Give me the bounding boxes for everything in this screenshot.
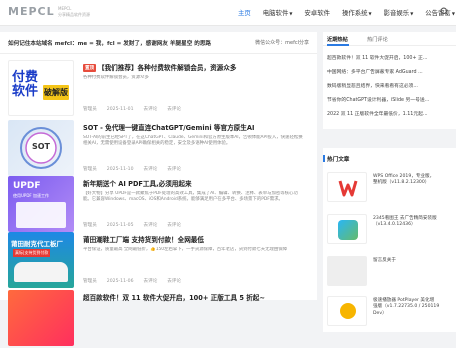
sticky-badge: 置顶 (83, 64, 96, 72)
comments-link[interactable]: 去评论 (144, 223, 158, 228)
recent-posts-widget: 近期热帖 热门评论 超百款软件！双 11 软件大促开启，100+ 正... 中国… (323, 32, 456, 129)
views: 去评论 (167, 167, 182, 172)
comments-link[interactable]: 去评论 (144, 107, 158, 112)
thumb-subtext: 真标|支持货到付款 (13, 249, 51, 257)
hot-article-title: 2345看图王 去广告精简安装版 （v13.4.0.12436） (373, 216, 437, 228)
post-thumbnail[interactable]: UPDF 使用UPDF 加速工作 (8, 176, 74, 232)
post-thumbnail[interactable]: SOT (8, 120, 74, 176)
widget-tabs: 近期热帖 热门评论 (323, 32, 456, 46)
site-header: MEPCL MEPCL 分享精品软件资源 主页 电脑软件▼ 安卓软件 操作系统▼… (0, 0, 456, 26)
chevron-down-icon: ▼ (289, 11, 293, 16)
potplayer-icon[interactable] (327, 296, 367, 326)
author[interactable]: 管理员 (83, 167, 97, 172)
nav-label: 电脑软件 (262, 9, 289, 17)
list-item[interactable]: 2022 双 11 正版软件全年最低价，1.11元起... (327, 110, 453, 117)
post-title[interactable]: 置顶 【我们推荐】各种付费软件解锁会员，资源众多 (83, 62, 236, 72)
post-item[interactable]: 莆田耐克代工板厂 真标|支持货到付款 莆田潮鞋工厂端 支持货到付款！全网最低 平… (8, 232, 310, 290)
post-title[interactable]: 新年期送个 AI PDF工具,必须用起来 (83, 178, 192, 188)
chevron-down-icon: ▼ (410, 11, 414, 16)
logo-sub-line: 分享精品软件资源 (58, 12, 90, 17)
post-date: 2025-11-06 (106, 279, 134, 284)
hot-articles-widget: 热门文章 WPS Office 2019，专业版， 整机版（v11.8.2.12… (323, 148, 456, 332)
post-thumbnail[interactable]: 莆田耐克代工板厂 真标|支持货到付款 (8, 232, 74, 288)
thumb-text: SOT (31, 142, 51, 151)
thumb-text: 莆田耐克代工板厂 (11, 240, 63, 248)
post-excerpt: SOT-AI的前生已经SPT了，在这ChatGPT、Claude、Gemini和… (83, 135, 303, 147)
author[interactable]: 管理员 (83, 107, 97, 112)
nav-item-android[interactable]: 安卓软件 (304, 8, 330, 17)
list-item[interactable]: 超百款软件！双 11 软件大促开启，100+ 正... (327, 54, 453, 61)
site-logo[interactable]: MEPCL (8, 5, 55, 18)
post-title[interactable]: 莆田潮鞋工厂端 支持货到付款！全网最低 (83, 234, 204, 244)
nav-label: 安卓软件 (304, 9, 330, 17)
thumb-text: 付费 软件 (12, 70, 39, 99)
main-nav: 主页 电脑软件▼ 安卓软件 操作系统▼ 影音娱乐▼ 公告留言▼ (238, 8, 456, 17)
post-thumbnail[interactable] (8, 290, 74, 346)
hot-article-item[interactable]: WPS Office 2019，专业版， 整机版（v11.8.2.12300） (327, 172, 453, 206)
post-item[interactable]: 超百款软件！双 11 软件大促开启，100+ 正版工具 5 折起~ (8, 290, 310, 348)
post-item[interactable]: UPDF 使用UPDF 加速工作 新年期送个 AI PDF工具,必须用起来 【好… (8, 176, 310, 234)
nav-item-os[interactable]: 操作系统▼ (342, 8, 372, 17)
search-icon[interactable] (440, 7, 449, 16)
post-excerpt: 【好大物】分享 UPDF是一款聚焦于PDF处理的高效工具，集成了AI、编辑、转换… (83, 191, 298, 203)
post-item[interactable]: 付费 软件 破解版 置顶 【我们推荐】各种付费软件解锁会员，资源众多 各种付费软件解… (8, 60, 310, 118)
post-list: 如何记住本站域名 mefcl：me = 我，fcl = 发财了，感谢网友 羊腿星… (0, 32, 317, 346)
comments-link[interactable]: 去评论 (144, 167, 158, 172)
chevron-down-icon: ▼ (451, 11, 455, 16)
list-item[interactable]: 中国网络：多平台广告屏蔽专家 AdGuard ... (327, 68, 453, 75)
notice-bar: 如何记住本站域名 mefcl：me = 我，fcl = 发财了，感谢网友 羊腿星… (0, 32, 317, 54)
nav-label: 操作系统 (341, 9, 368, 17)
thumb-text: UPDF (13, 181, 41, 191)
post-date: 2025-11-01 (106, 107, 134, 112)
notice-text: 如何记住本站域名 mefcl：me = 我，fcl = 发财了，感谢网友 羊腿星… (8, 41, 212, 47)
post-date: 2025-11-10 (106, 167, 134, 172)
post-title[interactable]: SOT - 免代理一键直连ChatGPT/Gemini 等官方原生AI (83, 122, 254, 132)
wechat-label: 微信公众号：mefcl分享 (255, 40, 309, 46)
nav-item-media[interactable]: 影音娱乐▼ (384, 8, 414, 17)
placeholder-image[interactable] (327, 256, 367, 286)
list-item[interactable]: 节省你的ChatGPT设计利器，iSlide 另一号送... (327, 96, 453, 103)
post-thumbnail[interactable]: 付费 软件 破解版 (8, 60, 74, 116)
tab-indicator (327, 44, 349, 46)
post-meta: 管理员 2025-11-10 去评论 去评论 (83, 166, 191, 172)
thumb-badge: 破解版 (43, 85, 69, 100)
hot-article-item[interactable]: 留言反关于 (327, 256, 453, 290)
thumb-subtext: 使用UPDF 加速工作 (13, 193, 49, 198)
post-excerpt: 各种付费软件解锁会员，资源众多 (83, 75, 149, 80)
hot-article-title: 极速播放器 PotPlayer 美化增 强版（v1.7.22735.0 / 25… (373, 298, 440, 316)
nav-item-pc-software[interactable]: 电脑软件▼ (263, 8, 293, 17)
nav-item-home[interactable]: 主页 (238, 8, 251, 17)
post-title-text: 【我们推荐】各种付费软件解锁会员，资源众多 (98, 64, 237, 72)
nav-label: 影音娱乐 (383, 9, 410, 17)
views: 去评论 (167, 107, 182, 112)
author[interactable]: 管理员 (83, 279, 97, 284)
post-date: 2025-11-05 (106, 223, 134, 228)
hot-article-item[interactable]: 2345看图王 去广告精简安装版 （v13.4.0.12436） (327, 214, 453, 248)
post-item[interactable]: SOT SOT - 免代理一键直连ChatGPT/Gemini 等官方原生AI … (8, 120, 310, 178)
hot-article-item[interactable]: 极速播放器 PotPlayer 美化增 强版（v1.7.22735.0 / 25… (327, 296, 453, 330)
post-title[interactable]: 超百款软件！双 11 软件大促开启，100+ 正版工具 5 折起~ (83, 292, 265, 302)
tab-hot-comments[interactable]: 热门评论 (367, 36, 388, 43)
author[interactable]: 管理员 (83, 223, 97, 228)
hot-article-title: 留言反关于 (373, 258, 396, 263)
comments-link[interactable]: 去评论 (144, 279, 158, 284)
views: 去评论 (167, 279, 182, 284)
tab-recent-posts[interactable]: 近期热帖 (327, 36, 348, 43)
chevron-down-icon: ▼ (368, 11, 372, 16)
section-marker (323, 155, 325, 162)
screenshot-mock (16, 202, 66, 228)
list-item[interactable]: 数码版稍显悲且结界，快来看看有这必须... (327, 82, 453, 89)
widget-title: 热门文章 (327, 157, 350, 163)
post-meta: 管理员 2025-11-05 去评论 去评论 (83, 222, 191, 228)
hot-article-title: WPS Office 2019，专业版， 整机版（v11.8.2.12300） (373, 174, 435, 186)
post-excerpt: 平台保证，质量最高 全网最低价，👍150左右拿下，一手货源保障，百年老店，货到付… (83, 247, 288, 252)
views: 去评论 (167, 223, 182, 228)
image-viewer-icon[interactable] (327, 214, 367, 244)
post-meta: 管理员 2025-11-06 去评论 去评论 (83, 278, 191, 284)
nav-label: 主页 (238, 9, 251, 17)
site-tagline: MEPCL 分享精品软件资源 (58, 6, 90, 18)
wps-icon[interactable] (327, 172, 367, 202)
shoe-image (14, 262, 68, 282)
post-meta: 管理员 2025-11-01 去评论 去评论 (83, 106, 191, 112)
